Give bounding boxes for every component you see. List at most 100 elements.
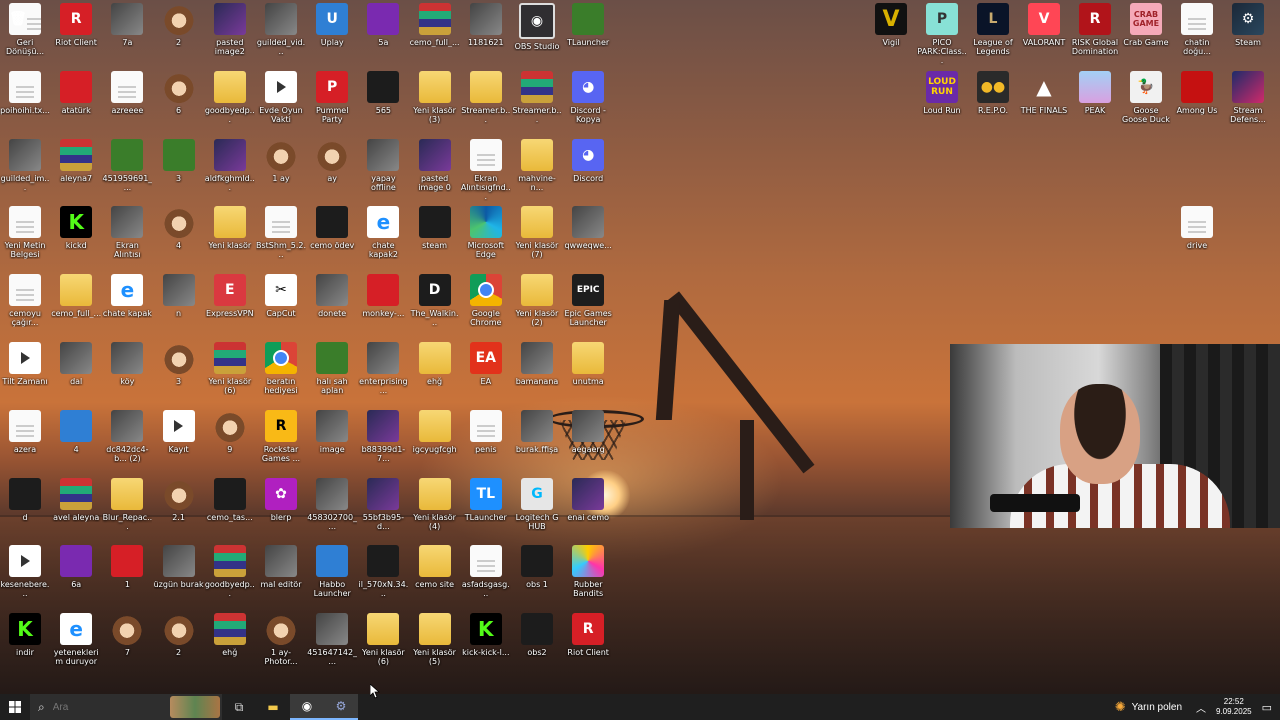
- desktop-icon-among-us[interactable]: Among Us: [1172, 70, 1222, 139]
- desktop-icon-tlauncher[interactable]: TL TLauncher: [461, 477, 511, 546]
- desktop-icon-internet-explorer[interactable]: e yeteneklerim duruyor: [51, 613, 101, 681]
- desktop-icon-image[interactable]: 6a: [51, 545, 101, 613]
- desktop-icon-image[interactable]: obs2: [512, 613, 562, 681]
- taskbar-search-box[interactable]: ⌕: [30, 694, 222, 720]
- desktop-icon-image[interactable]: 2: [154, 613, 204, 681]
- task-view-button[interactable]: ⧉: [222, 694, 256, 720]
- desktop-icon-winrar[interactable]: Yeni klasör (6): [205, 342, 255, 410]
- desktop-icon-folder[interactable]: Yeni klasör (3): [410, 70, 460, 139]
- desktop-icon-obs[interactable]: ◉ OBS Studio: [512, 3, 562, 71]
- desktop-icon-expressvpn[interactable]: E ExpressVPN: [205, 274, 255, 342]
- desktop-icon-pummel-party[interactable]: P Pummel Party: [307, 70, 357, 139]
- desktop-icon-image[interactable]: guilded_vid...: [256, 3, 306, 71]
- start-button[interactable]: [0, 694, 30, 720]
- desktop-icon-rubber-bandits[interactable]: Rubber Bandits: [563, 545, 613, 613]
- desktop-icon-chrome[interactable]: beratın hediyesi: [256, 342, 306, 410]
- desktop-icon-image[interactable]: steam: [410, 206, 460, 274]
- desktop-icon-valorant[interactable]: V VALORANT: [1019, 3, 1069, 71]
- taskbar-steam[interactable]: ⚙: [324, 694, 358, 720]
- desktop-icon-image[interactable]: yapay offline: [358, 138, 408, 207]
- desktop-icon-image[interactable]: halı sah aplan: [307, 342, 357, 410]
- desktop-icon-image[interactable]: 2.1: [154, 477, 204, 546]
- show-hidden-icons-chevron-icon[interactable]: ︿: [1196, 700, 1206, 715]
- desktop-icon-recycle-bin[interactable]: 🗑 Geri Dönüşü...: [0, 3, 50, 71]
- desktop-icon-image[interactable]: 55bf3b95-d...: [358, 477, 408, 546]
- desktop-icon-image[interactable]: mal editör: [256, 545, 306, 613]
- desktop-icon-image[interactable]: 3: [154, 138, 204, 207]
- desktop-icon-folder[interactable]: unutma: [563, 342, 613, 410]
- desktop-icon-image[interactable]: Ekran Alıntısı: [102, 206, 152, 274]
- desktop-icon-image[interactable]: aegaerg: [563, 409, 613, 478]
- desktop-icon-text-file[interactable]: BstShm_5.2...: [256, 206, 306, 274]
- desktop-icon-logitech[interactable]: G Logitech G HUB: [512, 477, 562, 546]
- desktop-icon-winrar[interactable]: cemo_full_...: [410, 3, 460, 71]
- desktop-icon-image[interactable]: 565: [358, 70, 408, 139]
- desktop-icon-image[interactable]: qwweqwe...: [563, 206, 613, 274]
- desktop-icon-folder[interactable]: Yeni klasör: [205, 206, 255, 274]
- desktop-icon-image[interactable]: 2: [154, 3, 204, 71]
- desktop-icon-uplay[interactable]: U Uplay: [307, 3, 357, 71]
- desktop-icon-ea[interactable]: EA EA: [461, 342, 511, 410]
- desktop-icon-winrar[interactable]: avel aleyna: [51, 477, 101, 546]
- desktop-icon-text-file[interactable]: poihoihi.tx...: [0, 70, 50, 139]
- desktop-icon-winrar[interactable]: Streamer.b...: [512, 70, 562, 139]
- desktop-icon-image[interactable]: 1 ay-Photor...: [256, 613, 306, 681]
- desktop-icon-loud-run[interactable]: LOUD RUN Loud Run: [917, 70, 967, 139]
- desktop-icon-discord[interactable]: ◕ Discord: [563, 138, 613, 207]
- desktop-icon-tlauncher[interactable]: TLauncher: [563, 3, 613, 71]
- desktop-icon-image[interactable]: b88399d1-7...: [358, 409, 408, 478]
- desktop-icon-folder[interactable]: Yeni klasör (6): [358, 613, 408, 681]
- desktop-icon-image[interactable]: 6: [154, 70, 204, 139]
- desktop-icon-text-file[interactable]: Yeni Metin Belgesi: [0, 206, 50, 274]
- desktop-icon-folder[interactable]: goodbyedp...: [205, 70, 255, 139]
- desktop-icon-folder[interactable]: Yeni klasör (4): [410, 477, 460, 546]
- desktop-icon-peak[interactable]: PEAK: [1070, 70, 1120, 139]
- desktop-icon-image[interactable]: 4: [154, 206, 204, 274]
- desktop-icon-image[interactable]: penis: [461, 409, 511, 478]
- desktop-icon-internet-explorer[interactable]: e chate kapak: [102, 274, 152, 342]
- search-input[interactable]: [50, 700, 175, 714]
- desktop-icon-winrar[interactable]: ehğ: [205, 613, 255, 681]
- desktop-icon-folder[interactable]: cemo_full_...: [51, 274, 101, 342]
- desktop-icon-edge[interactable]: Microsoft Edge: [461, 206, 511, 274]
- desktop-icon-image[interactable]: n: [154, 274, 204, 342]
- desktop-icon-text-file[interactable]: chatin doğu...: [1172, 3, 1222, 71]
- desktop-icon-image[interactable]: 1 ay: [256, 138, 306, 207]
- desktop-icon-folder[interactable]: igcyugfcgh: [410, 409, 460, 478]
- desktop-icon-image[interactable]: azera: [0, 409, 50, 478]
- desktop-icon-pico-park[interactable]: P PICO PARK:Class...: [917, 3, 967, 71]
- desktop-icon-video[interactable]: Kayıt: [154, 409, 204, 478]
- desktop-icon-image[interactable]: aldfkghmld...: [205, 138, 255, 207]
- desktop-icon-image[interactable]: asfadsgasg...: [461, 545, 511, 613]
- desktop-icon-image[interactable]: 451647142_...: [307, 613, 357, 681]
- desktop-icon-image[interactable]: pasted image2: [205, 3, 255, 71]
- desktop-icon-folder[interactable]: Yeni klasör (7): [512, 206, 562, 274]
- desktop-icon-image[interactable]: donete: [307, 274, 357, 342]
- desktop-icon-kick[interactable]: Kindir: [0, 613, 50, 681]
- desktop-icon-video[interactable]: Evde Oyun Vakti: [256, 70, 306, 139]
- desktop-icon-image[interactable]: 7: [102, 613, 152, 681]
- desktop-icon-image[interactable]: 458302700_...: [307, 477, 357, 546]
- desktop-icon-image[interactable]: monkey-...: [358, 274, 408, 342]
- desktop-icon-image[interactable]: image: [307, 409, 357, 478]
- desktop-icon-folder[interactable]: Yeni klasör (2): [512, 274, 562, 342]
- desktop-icon-internet-explorer[interactable]: e chate kapak2: [358, 206, 408, 274]
- desktop-icon-image[interactable]: köy: [102, 342, 152, 410]
- desktop-icon-capcut[interactable]: ✂ CapCut: [256, 274, 306, 342]
- desktop-icon-image[interactable]: enterprising...: [358, 342, 408, 410]
- desktop-icon-folder[interactable]: Blur_Repac...: [102, 477, 152, 546]
- clock[interactable]: 22:52 9.09.2025: [1216, 697, 1252, 717]
- desktop-icon-kick[interactable]: Kkick-kick-l...: [461, 613, 511, 681]
- desktop-icon-image[interactable]: Ekran Alıntısıgfnd...: [461, 138, 511, 207]
- desktop-icon-folder[interactable]: Streamer.b...: [461, 70, 511, 139]
- desktop-icon-repo[interactable]: ●● R.E.P.O.: [968, 70, 1018, 139]
- desktop-icon-image[interactable]: atatürk: [51, 70, 101, 139]
- taskbar-file-explorer[interactable]: ▬: [256, 694, 290, 720]
- desktop-icon-image[interactable]: bamanana: [512, 342, 562, 410]
- desktop-icon-epic-games[interactable]: EPIC Epic Games Launcher: [563, 274, 613, 342]
- desktop-icon-text-file[interactable]: drive: [1172, 206, 1222, 274]
- desktop-icon-folder[interactable]: mahvine-n...: [512, 138, 562, 207]
- desktop-icon-vigil[interactable]: V Vigil: [866, 3, 916, 71]
- desktop-icon-rockstar[interactable]: R Rockstar Games ...: [256, 409, 306, 478]
- desktop-icon-image[interactable]: pasted image 0: [410, 138, 460, 207]
